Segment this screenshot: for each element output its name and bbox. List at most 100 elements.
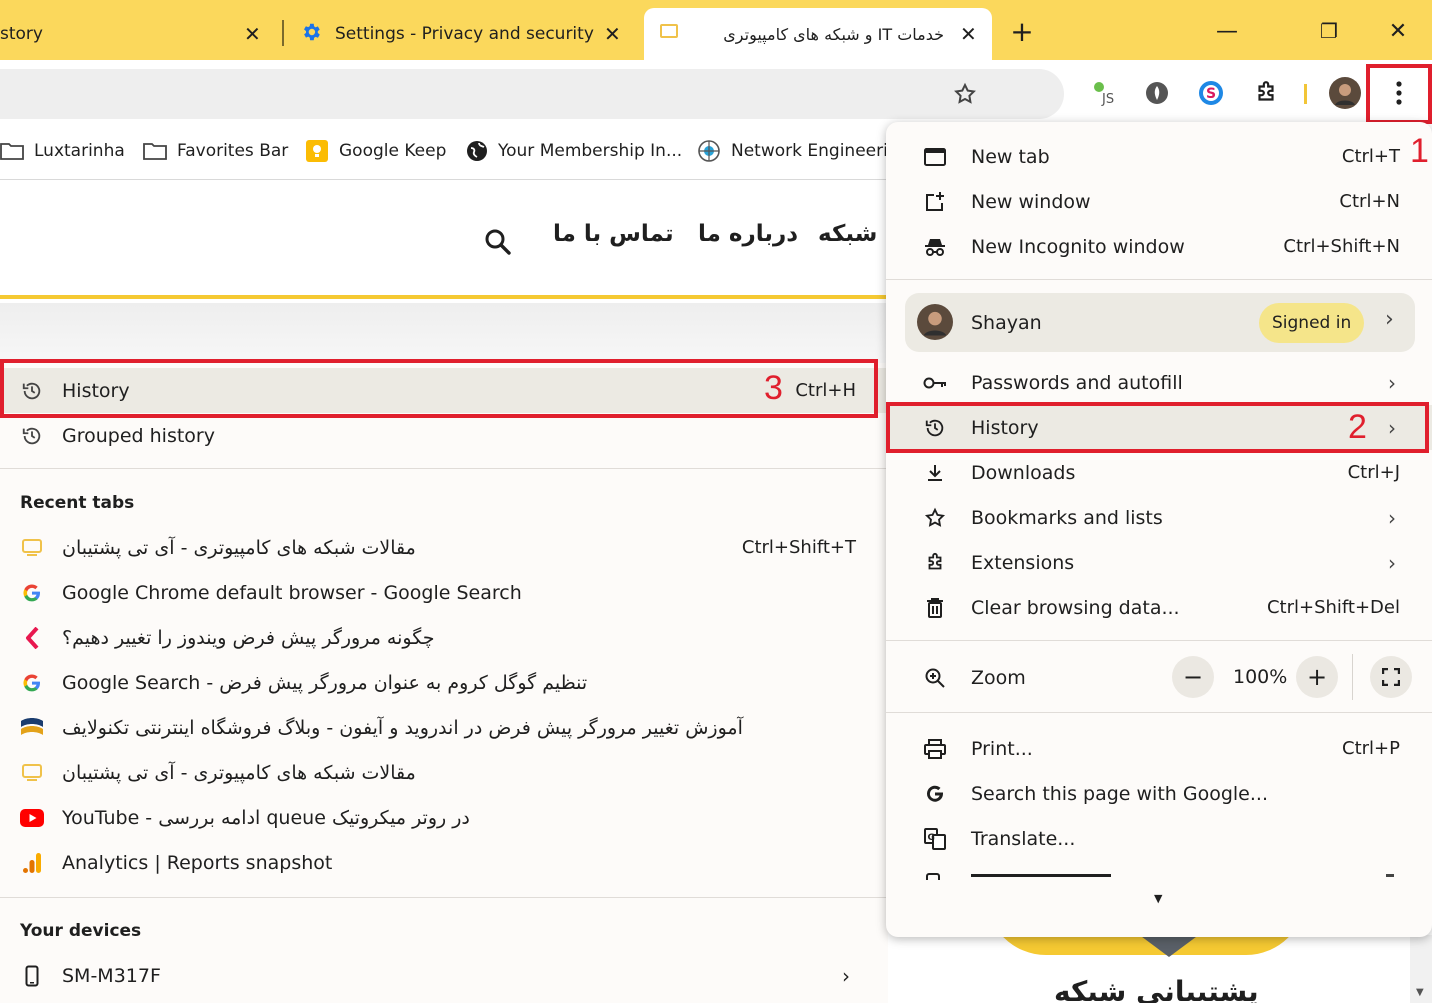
recent-tab-item[interactable]: Google Chrome default browser - Google S… xyxy=(0,570,888,615)
menu-label: New Incognito window xyxy=(971,235,1185,258)
recent-tab-item[interactable]: YouTube - ادامه بررسی queue در روتر میکر… xyxy=(0,795,888,840)
menu-passwords[interactable]: Passwords and autofill › xyxy=(886,360,1432,405)
menu-label: Extensions xyxy=(971,551,1075,574)
recent-tab-label: چگونه مرورگر پیش فرض ویندوز را تغییر دهی… xyxy=(62,626,435,649)
history-submenu: History Ctrl+H Grouped history Recent ta… xyxy=(0,363,888,1003)
bookmark-network-engineering[interactable]: Network Engineerin xyxy=(697,138,899,164)
recent-tab-item[interactable]: Google Search - تنظیم گوگل کروم به عنوان… xyxy=(0,660,888,705)
nav-about-link[interactable]: درباره ما xyxy=(698,221,798,247)
zoom-level: 100% xyxy=(1233,666,1288,688)
menu-zoom: Zoom xyxy=(886,655,1432,700)
fullscreen-button[interactable] xyxy=(1370,656,1412,698)
bookmark-membership[interactable]: Your Membership In... xyxy=(466,138,682,164)
menu-shortcut: Ctrl+P xyxy=(1342,738,1400,759)
tab-title: story xyxy=(0,24,43,44)
tab-close-icon[interactable]: ✕ xyxy=(960,24,977,44)
tab-active-it-services[interactable]: خدمات IT و شبکه های کامپیوتری ✕ xyxy=(644,8,992,60)
trash-icon xyxy=(922,595,948,621)
menu-label: Search this page with Google... xyxy=(971,782,1268,805)
download-icon xyxy=(922,460,948,486)
recent-tab-item[interactable]: مقالات شبکه های کامپیوتری - آی تی پشتیبا… xyxy=(0,525,888,570)
divider xyxy=(886,279,1432,280)
scroll-down-icon[interactable]: ▼ xyxy=(1416,987,1424,998)
recent-tabs-title: Recent tabs xyxy=(20,493,135,513)
highlight-menu-button xyxy=(1366,64,1432,124)
network-icon xyxy=(697,139,721,163)
recent-tab-label: Google Search - تنظیم گوگل کروم به عنوان… xyxy=(62,671,588,694)
new-tab-button[interactable]: + xyxy=(1005,14,1039,48)
google-icon xyxy=(20,581,44,605)
menu-shortcut: Ctrl+T xyxy=(1341,146,1400,167)
bookmark-luxtarinha[interactable]: Luxtarinha xyxy=(0,138,125,164)
leaf-extension-icon[interactable] xyxy=(1140,76,1174,110)
folder-icon xyxy=(0,141,24,161)
zoom-icon xyxy=(922,665,948,691)
menu-new-incognito[interactable]: New Incognito window Ctrl+Shift+N xyxy=(886,224,1432,269)
recent-tab-label: مقالات شبکه های کامپیوتری - آی تی پشتیبا… xyxy=(62,761,416,784)
scroll-more-icon[interactable]: ▼ xyxy=(1154,892,1162,905)
menu-clear-browsing-data[interactable]: Clear browsing data... Ctrl+Shift+Del xyxy=(886,585,1432,630)
zoom-out-button[interactable]: − xyxy=(1172,656,1214,698)
chrome-main-menu: New tab Ctrl+T New window Ctrl+N New Inc… xyxy=(886,122,1432,937)
divider xyxy=(0,897,888,898)
tab-close-icon[interactable]: ✕ xyxy=(244,24,261,44)
recent-tab-label: Google Chrome default browser - Google S… xyxy=(62,581,522,604)
tab-history[interactable]: story ✕ xyxy=(0,8,276,60)
new-tab-icon xyxy=(922,144,948,170)
submenu-grouped-history-item[interactable]: Grouped history xyxy=(0,413,888,458)
tab-settings[interactable]: Settings - Privacy and security ✕ xyxy=(296,8,636,60)
google-icon xyxy=(20,671,44,695)
history-icon xyxy=(20,424,44,448)
menu-new-window[interactable]: New window Ctrl+N xyxy=(886,179,1432,224)
bookmark-google-keep[interactable]: Google Keep xyxy=(305,138,446,164)
bookmarks-bar: Luxtarinha Favorites Bar Google Keep You… xyxy=(0,124,899,180)
menu-extensions[interactable]: Extensions › xyxy=(886,540,1432,585)
page-footer-heading: پشتیبانی شبکه xyxy=(1054,975,1259,1003)
page-scrollbar[interactable]: ▼ xyxy=(1410,935,1432,1003)
svg-text:JS: JS xyxy=(1101,92,1114,107)
device-label: SM-M317F xyxy=(62,964,161,987)
zoom-in-button[interactable]: + xyxy=(1296,656,1338,698)
menu-print[interactable]: Print... Ctrl+P xyxy=(886,726,1432,771)
fullscreen-icon xyxy=(1382,668,1400,686)
menu-new-tab[interactable]: New tab Ctrl+T xyxy=(886,134,1432,179)
tab-strip: story ✕ Settings - Privacy and security … xyxy=(0,0,1432,60)
extensions-puzzle-icon[interactable] xyxy=(1249,76,1283,110)
recent-tab-item[interactable]: مقالات شبکه های کامپیوتری - آی تی پشتیبا… xyxy=(0,750,888,795)
star-icon[interactable] xyxy=(950,79,980,109)
page-band xyxy=(0,303,890,363)
menu-find-edit-partial xyxy=(886,870,1432,880)
annotation-step-1: 1 xyxy=(1410,132,1429,170)
menu-bookmarks[interactable]: Bookmarks and lists › xyxy=(886,495,1432,540)
menu-profile[interactable]: Shayan Signed in › xyxy=(905,293,1415,352)
recent-tab-label: مقالات شبکه های کامپیوتری - آی تی پشتیبا… xyxy=(62,536,416,559)
js-extension-icon[interactable]: JS xyxy=(1087,76,1121,110)
minimize-button[interactable]: — xyxy=(1210,14,1244,48)
menu-translate[interactable]: G Translate... xyxy=(886,816,1432,861)
recent-tab-item[interactable]: آموزش تغییر مرورگر پیش فرض در اندروید و … xyxy=(0,705,888,750)
avatar[interactable] xyxy=(1328,76,1362,110)
search-icon[interactable] xyxy=(484,228,512,260)
tab-close-icon[interactable]: ✕ xyxy=(604,24,621,44)
annotation-step-2: 2 xyxy=(1348,408,1367,446)
bookmark-favorites-bar[interactable]: Favorites Bar xyxy=(143,138,288,164)
menu-downloads[interactable]: Downloads Ctrl+J xyxy=(886,450,1432,495)
menu-label: Zoom xyxy=(971,666,1026,689)
restore-button[interactable]: ❐ xyxy=(1312,14,1346,48)
recent-tab-item[interactable]: چگونه مرورگر پیش فرض ویندوز را تغییر دهی… xyxy=(0,615,888,660)
menu-shortcut: Ctrl+Shift+Del xyxy=(1266,597,1400,618)
translate-icon: G xyxy=(922,826,948,852)
globe-icon xyxy=(466,140,488,162)
close-window-button[interactable]: ✕ xyxy=(1381,14,1415,48)
tab-title: خدمات IT و شبکه های کامپیوتری xyxy=(723,24,944,44)
s-extension-icon[interactable]: S xyxy=(1194,76,1228,110)
printer-icon xyxy=(922,736,948,762)
bookmark-label: Google Keep xyxy=(339,141,447,161)
profile-name: Shayan xyxy=(971,312,1042,334)
svg-text:S: S xyxy=(1206,86,1216,102)
menu-search-with-google[interactable]: Search this page with Google... xyxy=(886,771,1432,816)
device-item[interactable]: SM-M317F › xyxy=(0,953,888,998)
recent-tab-item[interactable]: Analytics | Reports snapshot xyxy=(0,840,888,885)
nav-contact-link[interactable]: تماس با ما xyxy=(553,221,674,247)
address-bar[interactable] xyxy=(0,69,1064,119)
